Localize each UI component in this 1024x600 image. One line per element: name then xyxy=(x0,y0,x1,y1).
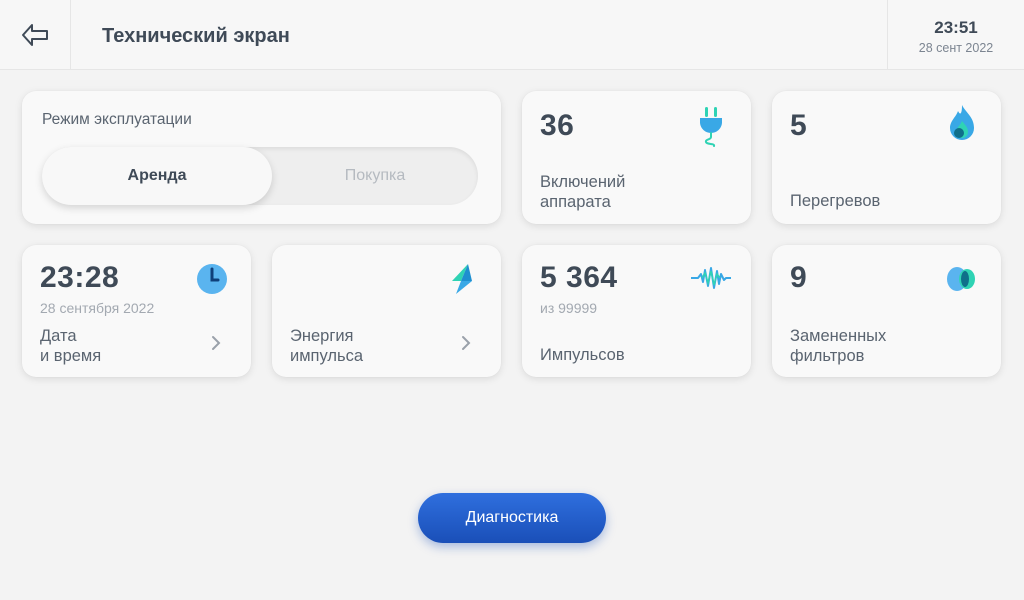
wave-icon xyxy=(691,267,731,289)
plug-icon xyxy=(700,107,722,147)
page-title: Технический экран xyxy=(102,25,290,47)
filters-card: 9 Замененных фильтров xyxy=(772,245,1001,377)
pulses-card: 5 364 из 99999 Импульсов xyxy=(522,245,751,377)
header-clock: 23:51 28 сент 2022 xyxy=(887,0,1024,70)
energy-label: Энергия импульса xyxy=(290,327,364,365)
pulses-label: Импульсов xyxy=(540,346,625,364)
mode-option-rent[interactable]: Аренда xyxy=(42,147,272,205)
datetime-card[interactable]: 23:28 28 сентября 2022 Дата и время xyxy=(22,245,251,377)
filter-icon xyxy=(947,267,975,291)
header-time: 23:51 xyxy=(934,18,978,37)
pulses-value: 5 364 xyxy=(540,261,618,294)
overheats-value: 5 xyxy=(790,109,808,142)
lightning-icon xyxy=(452,264,472,294)
flame-icon xyxy=(950,105,974,140)
activations-label: Включений аппарата xyxy=(540,173,626,211)
energy-card[interactable]: Энергия импульса xyxy=(272,245,501,377)
filters-value: 9 xyxy=(790,261,808,294)
activations-card: 36 Включений аппарата xyxy=(522,91,751,224)
activations-value: 36 xyxy=(540,109,575,142)
overheats-label: Перегревов xyxy=(790,192,881,210)
datetime-value: 23:28 xyxy=(40,261,120,294)
pulses-sub: из 99999 xyxy=(540,300,598,316)
mode-option-purchase[interactable]: Покупка xyxy=(272,147,478,205)
mode-title: Режим эксплуатации xyxy=(42,111,192,128)
back-button[interactable] xyxy=(0,0,71,70)
mode-segmented-control: Аренда Покупка xyxy=(42,147,478,205)
overheats-card: 5 Перегревов xyxy=(772,91,1001,224)
clock-icon xyxy=(197,264,227,294)
back-arrow-icon xyxy=(22,24,48,46)
header-bar: Технический экран 23:51 28 сент 2022 xyxy=(0,0,1024,70)
chevron-right-icon xyxy=(462,336,471,350)
mode-card: Режим эксплуатации Аренда Покупка xyxy=(22,91,501,224)
diagnostics-button[interactable]: Диагностика xyxy=(418,493,606,543)
chevron-right-icon xyxy=(212,336,221,350)
datetime-sub: 28 сентября 2022 xyxy=(40,300,155,316)
filters-label: Замененных фильтров xyxy=(790,327,887,365)
header-date: 28 сент 2022 xyxy=(918,41,994,55)
datetime-label: Дата и время xyxy=(40,327,102,365)
